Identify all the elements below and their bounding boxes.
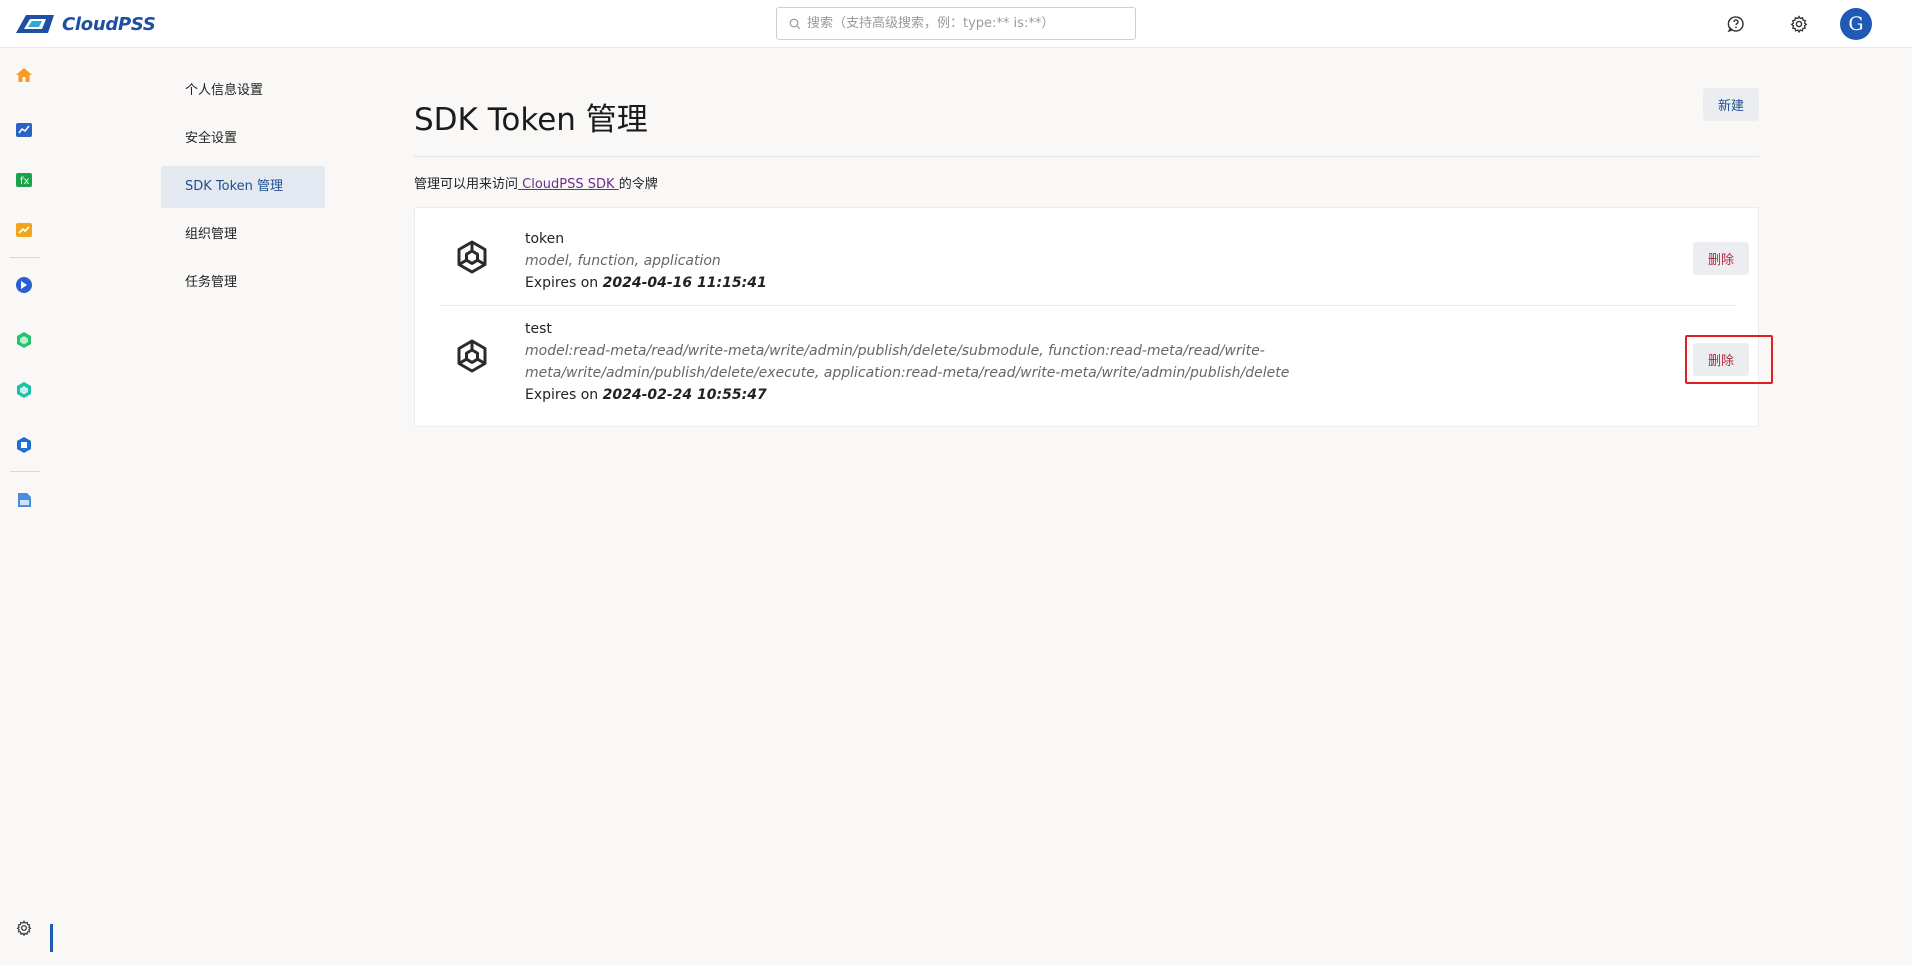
rail-divider — [10, 471, 40, 472]
token-details: test model:read-meta/read/write-meta/wri… — [525, 318, 1425, 406]
token-scopes: model, function, application — [525, 253, 721, 269]
expires-date: 2024-04-16 11:15:41 — [602, 275, 767, 291]
expires-prefix: Expires on — [525, 387, 603, 403]
home-icon[interactable] — [14, 65, 34, 85]
app-icon[interactable] — [14, 275, 34, 295]
function-icon[interactable]: fx — [14, 170, 34, 190]
nav-item-profile[interactable]: 个人信息设置 — [161, 70, 325, 112]
app-rail: fx — [0, 48, 48, 966]
nav-item-organization[interactable]: 组织管理 — [161, 214, 325, 256]
new-token-button[interactable]: 新建 — [1703, 88, 1759, 121]
highlight-box — [1685, 335, 1773, 384]
expires-prefix: Expires on — [525, 275, 603, 291]
page-title: SDK Token 管理 — [414, 102, 648, 138]
top-bar: CloudPSS G — [0, 0, 1912, 48]
svg-text:fx: fx — [20, 176, 30, 187]
gear-icon[interactable] — [14, 918, 34, 938]
desc-suffix: 的令牌 — [618, 177, 658, 192]
token-cube-icon — [457, 339, 487, 373]
logo-mark-icon — [16, 15, 54, 33]
token-list: token model, function, application Expir… — [414, 207, 1773, 427]
gear-icon[interactable] — [1789, 14, 1809, 34]
page-description: 管理可以用来访问 CloudPSS SDK 的令牌 — [414, 173, 658, 192]
help-icon[interactable] — [1726, 14, 1746, 34]
token-details: token model, function, application Expir… — [525, 228, 1425, 294]
hex-icon[interactable] — [14, 330, 34, 350]
avatar[interactable]: G — [1840, 8, 1872, 40]
token-expiry: Expires on 2024-04-16 11:15:41 — [525, 272, 1425, 294]
token-cube-icon — [457, 240, 487, 274]
title-divider — [414, 156, 1759, 157]
brand-name: CloudPSS — [62, 13, 156, 35]
token-name: test — [525, 321, 552, 337]
image-icon[interactable] — [14, 435, 34, 455]
token-expiry: Expires on 2024-02-24 10:55:47 — [525, 384, 1425, 406]
cloudpss-logo[interactable]: CloudPSS — [14, 12, 156, 36]
nav-item-security[interactable]: 安全设置 — [161, 118, 325, 160]
rail-divider — [10, 257, 40, 258]
search-icon — [789, 18, 801, 29]
settings-nav: 个人信息设置 安全设置 SDK Token 管理 组织管理 任务管理 — [161, 70, 325, 310]
search-input[interactable] — [807, 16, 1127, 31]
list-item: test model:read-meta/read/write-meta/wri… — [439, 306, 1773, 427]
trend-icon[interactable] — [14, 220, 34, 240]
nav-item-sdk-token[interactable]: SDK Token 管理 — [161, 166, 325, 208]
hex-icon-2[interactable] — [14, 380, 34, 400]
rail-active-indicator — [50, 924, 53, 952]
nav-item-tasks[interactable]: 任务管理 — [161, 262, 325, 304]
delete-token-button[interactable]: 删除 — [1693, 242, 1749, 275]
cloudpss-sdk-link[interactable]: CloudPSS SDK — [518, 177, 619, 192]
token-scopes: model:read-meta/read/write-meta/write/ad… — [525, 343, 1290, 381]
search-box[interactable] — [776, 7, 1136, 40]
expires-date: 2024-02-24 10:55:47 — [602, 387, 767, 403]
chart-icon[interactable] — [14, 120, 34, 140]
list-item: token model, function, application Expir… — [439, 208, 1749, 306]
token-name: token — [525, 231, 565, 247]
desc-prefix: 管理可以用来访问 — [414, 177, 519, 192]
file-icon[interactable] — [14, 490, 34, 510]
avatar-letter: G — [1848, 13, 1864, 35]
